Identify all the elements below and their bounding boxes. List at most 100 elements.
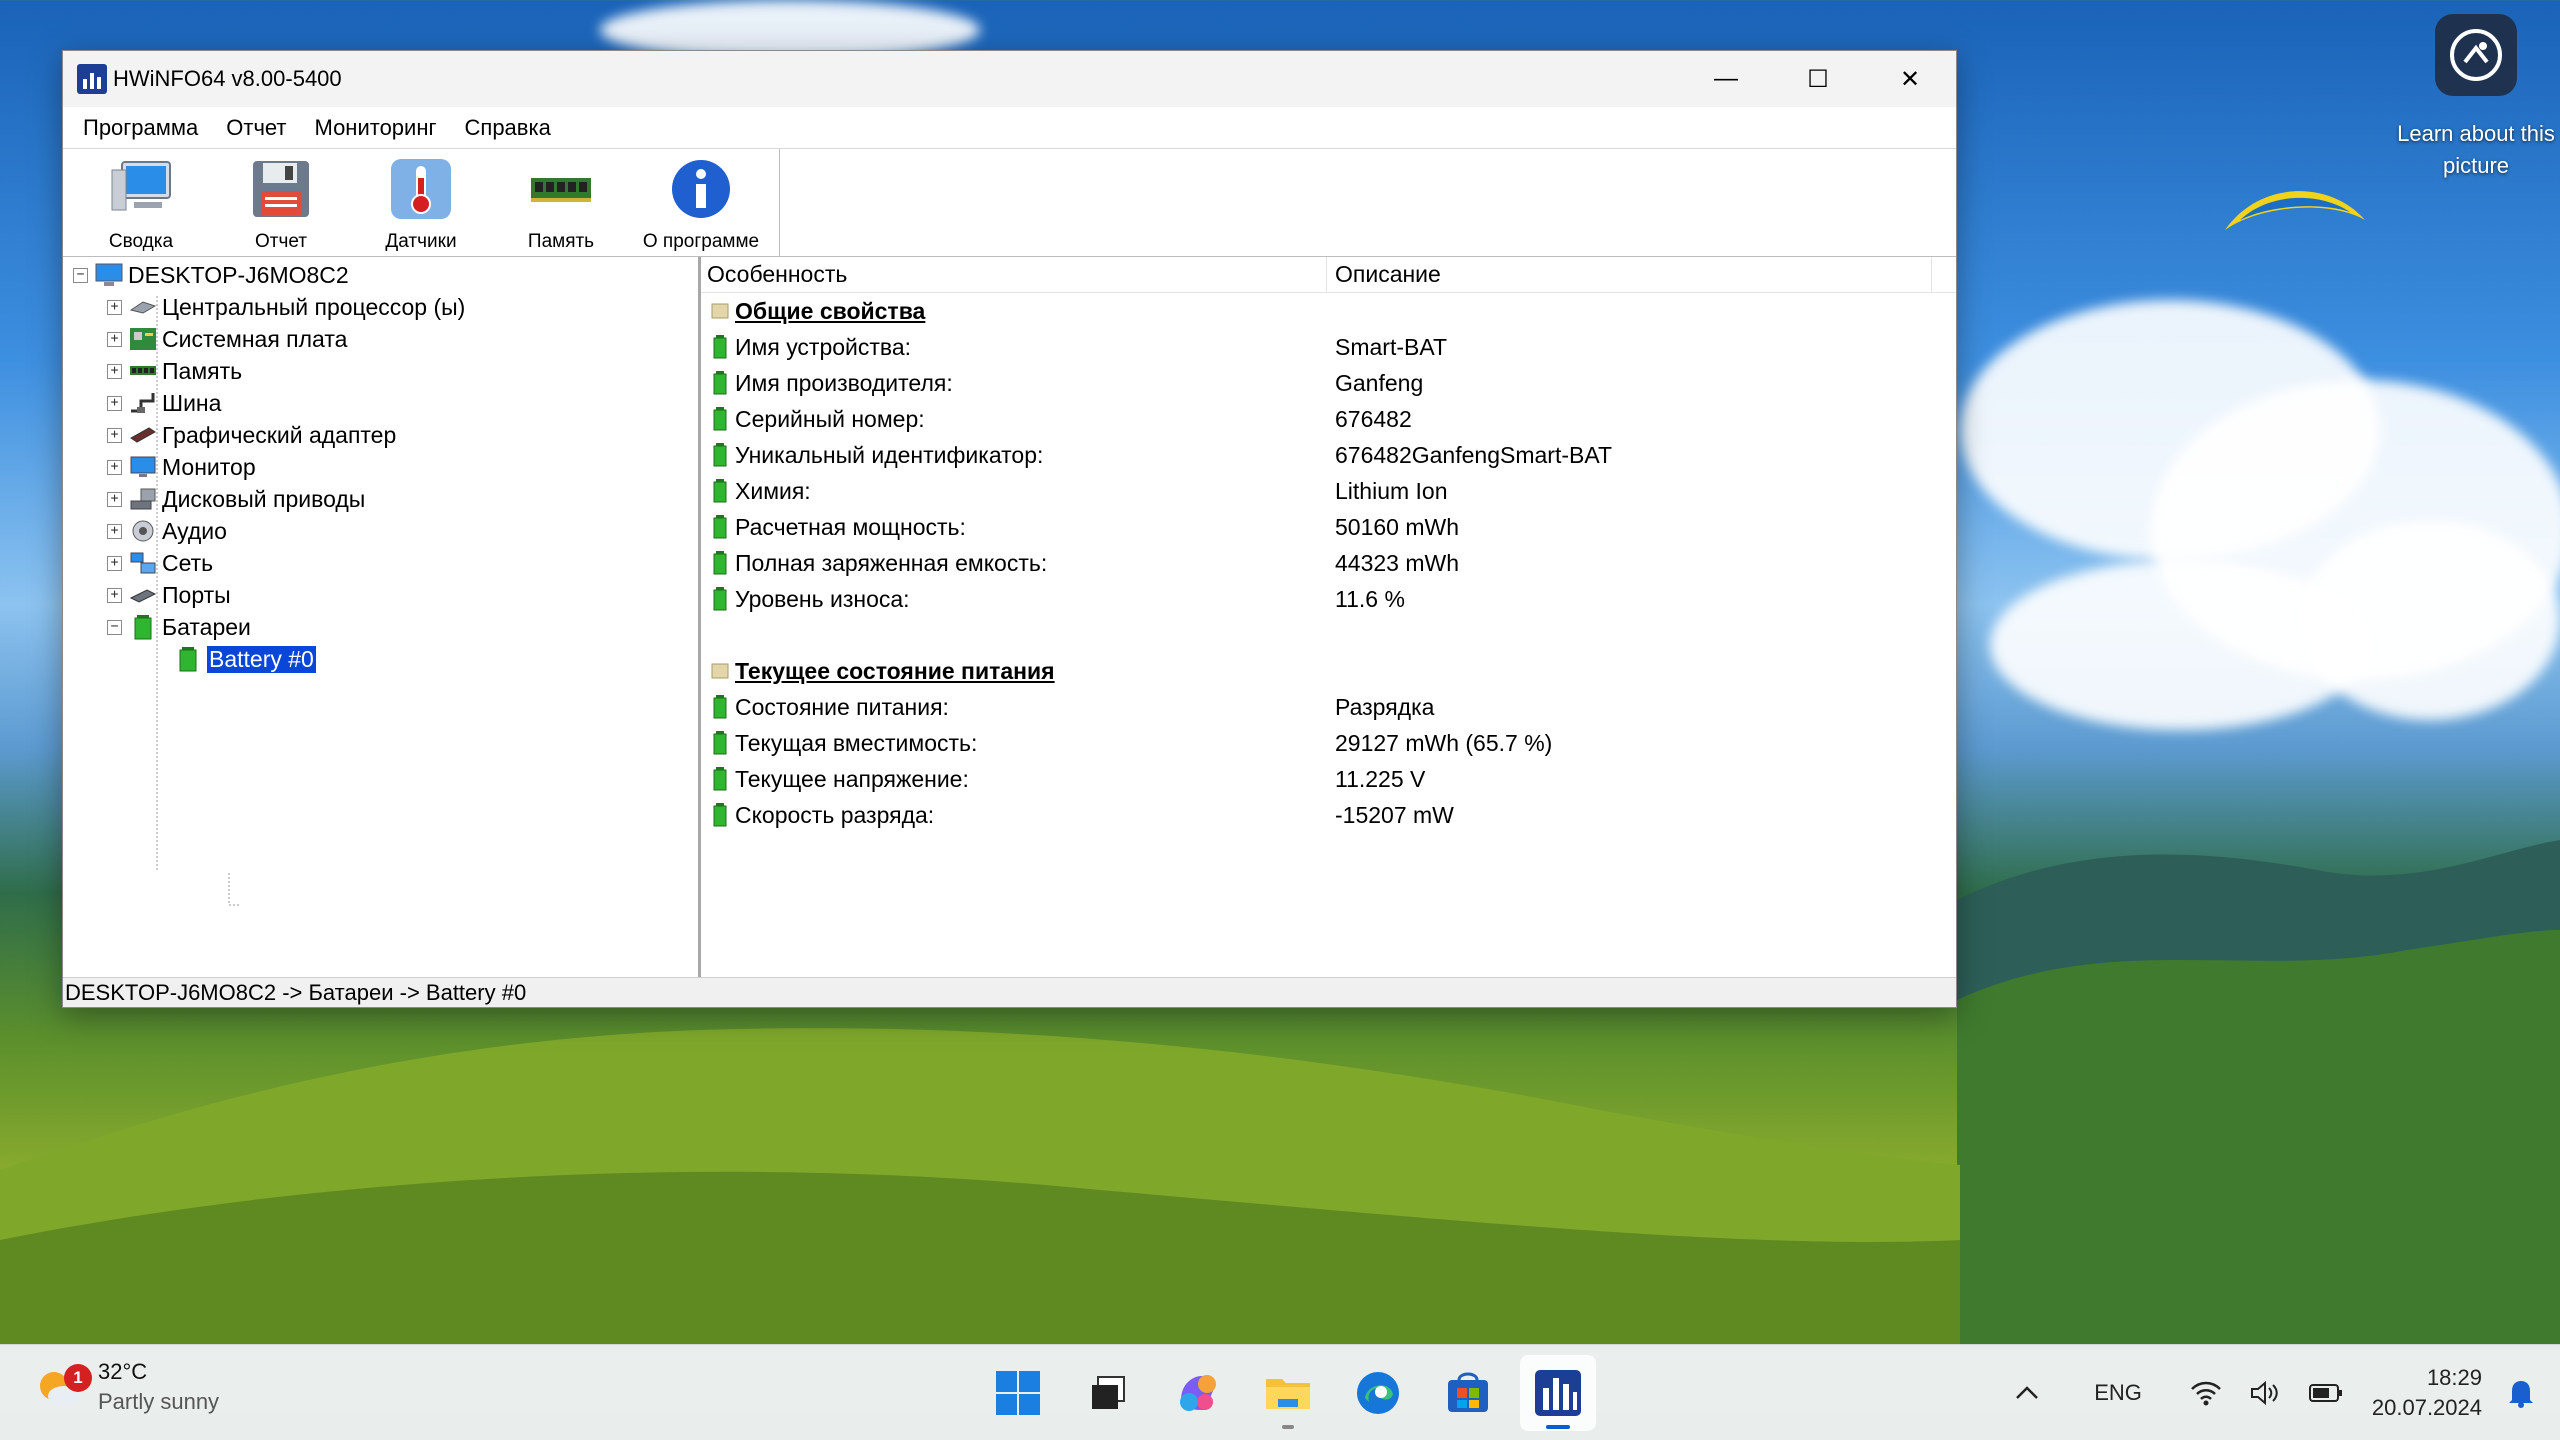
detail-row[interactable]: Химия: Lithium Ion	[701, 473, 1956, 509]
edge-icon	[1357, 1372, 1399, 1414]
section-row[interactable]: Текущее состояние питания	[701, 653, 1956, 689]
copilot-icon	[1180, 1375, 1216, 1411]
task-view-button[interactable]	[1070, 1355, 1146, 1431]
clock[interactable]: 18:29 20.07.2024	[2372, 1363, 2482, 1423]
maximize-button[interactable]: ☐	[1772, 51, 1864, 107]
title-bar[interactable]: HWiNFO64 v8.00-5400 — ☐ ✕	[63, 51, 1956, 107]
wifi-icon	[2191, 1381, 2221, 1406]
clock-date: 20.07.2024	[2371, 1395, 2482, 1420]
battery-icon	[2308, 1384, 2342, 1402]
battery-icon	[709, 586, 731, 612]
taskbar: 1 32°C Partly sunny ENG 18:29 20.07.2024	[0, 1344, 2560, 1440]
show-hidden-icons-button[interactable]	[2014, 1383, 2040, 1403]
detail-row[interactable]: Серийный номер: 676482	[701, 401, 1956, 437]
battery-icon	[709, 766, 731, 792]
folder-icon	[1266, 1379, 1310, 1409]
hwinfo-window: HWiNFO64 v8.00-5400 — ☐ ✕ Программа Отче…	[62, 50, 1957, 1008]
battery-icon	[709, 730, 731, 756]
detail-row[interactable]: Имя производителя: Ganfeng	[701, 365, 1956, 401]
details-header: Особенность Описание	[701, 257, 1956, 293]
battery-icon	[709, 334, 731, 360]
menu-report[interactable]: Отчет	[212, 115, 300, 141]
sensors-button[interactable]: Датчики	[351, 157, 491, 256]
camera-locate-icon	[2435, 14, 2517, 96]
weather-sun-icon: 1	[34, 1362, 92, 1412]
toolbar: Сводка Отчет Датчики Память О программе	[63, 149, 1956, 257]
info-icon	[669, 157, 733, 221]
detail-row[interactable]: Текущее напряжение: 11.225 V	[701, 761, 1956, 797]
language-indicator[interactable]: ENG	[2094, 1380, 2142, 1406]
section-icon	[709, 658, 731, 684]
battery-icon	[709, 442, 731, 468]
volume-button[interactable]	[2250, 1379, 2280, 1407]
battery-icon	[709, 514, 731, 540]
detail-row[interactable]: Текущая вместимость: 29127 mWh (65.7 %)	[701, 725, 1956, 761]
report-button[interactable]: Отчет	[211, 157, 351, 256]
detail-row[interactable]: Полная заряженная емкость: 44323 mWh	[701, 545, 1956, 581]
bell-icon	[2509, 1381, 2533, 1408]
close-button[interactable]: ✕	[1864, 51, 1956, 107]
learn-about-picture[interactable]: Learn about this picture	[2396, 14, 2556, 182]
windows-logo-icon	[996, 1371, 1040, 1415]
system-tray: ENG 18:29 20.07.2024	[2000, 1345, 2540, 1440]
detail-row[interactable]: Уровень износа: 11.6 %	[701, 581, 1956, 617]
menu-help[interactable]: Справка	[451, 115, 565, 141]
weather-temp: 32°C	[98, 1359, 148, 1384]
battery-icon	[709, 478, 731, 504]
notification-badge: 1	[64, 1364, 92, 1392]
detail-row[interactable]: Скорость разряда: -15207 mW	[701, 797, 1956, 833]
monitor-icon	[109, 157, 173, 221]
hwinfo-taskbar-button[interactable]	[1520, 1355, 1596, 1431]
detail-row[interactable]: Расчетная мощность: 50160 mWh	[701, 509, 1956, 545]
battery-icon	[709, 370, 731, 396]
details-pane[interactable]: Особенность Описание Общие свойства Имя …	[701, 257, 1956, 977]
summary-button[interactable]: Сводка	[71, 157, 211, 256]
device-tree[interactable]: − DESKTOP-J6MO8C2 + Центральный процессо…	[63, 257, 701, 977]
notifications-button[interactable]	[2508, 1378, 2534, 1408]
battery-icon	[709, 550, 731, 576]
network-status-button[interactable]	[2190, 1379, 2222, 1407]
section-title: Общие свойства	[735, 297, 926, 324]
section-icon	[709, 298, 731, 324]
copilot-button[interactable]	[1160, 1355, 1236, 1431]
speaker-icon	[2250, 1380, 2278, 1406]
detail-row[interactable]: Уникальный идентификатор: 676482GanfengSm…	[701, 437, 1956, 473]
memory-button[interactable]: Память	[491, 157, 631, 256]
battery-icon	[709, 406, 731, 432]
floppy-disk-icon	[249, 157, 313, 221]
column-description-header[interactable]: Описание	[1327, 257, 1932, 292]
hwinfo-app-icon	[77, 64, 107, 94]
menu-monitoring[interactable]: Мониторинг	[301, 115, 451, 141]
thermometer-icon	[389, 157, 453, 221]
learn-about-label: Learn about this picture	[2397, 121, 2555, 178]
about-button[interactable]: О программе	[631, 157, 771, 256]
weather-condition: Partly sunny	[98, 1389, 220, 1414]
detail-row[interactable]: Имя устройства: Smart-BAT	[701, 329, 1956, 365]
battery-icon	[709, 802, 731, 828]
clock-time: 18:29	[2426, 1365, 2482, 1390]
tree-lines	[156, 296, 239, 906]
file-explorer-button[interactable]	[1250, 1355, 1326, 1431]
chevron-up-icon	[2016, 1386, 2039, 1399]
window-title: HWiNFO64 v8.00-5400	[113, 66, 342, 91]
column-feature-header[interactable]: Особенность	[701, 257, 1327, 292]
section-title: Текущее состояние питания	[735, 657, 1055, 684]
hwinfo-icon	[1535, 1370, 1581, 1416]
minimize-button[interactable]: —	[1680, 51, 1772, 107]
paraglider-image	[2225, 191, 2365, 230]
detail-row[interactable]: Состояние питания: Разрядка	[701, 689, 1956, 725]
weather-widget[interactable]: 1 32°C Partly sunny	[34, 1359, 219, 1415]
task-view-icon	[1092, 1376, 1125, 1409]
start-button[interactable]	[980, 1355, 1056, 1431]
status-bar: DESKTOP-J6MO8C2 -> Батареи -> Battery #0	[63, 977, 1956, 1007]
active-indicator	[1546, 1425, 1570, 1429]
running-indicator	[1282, 1425, 1294, 1429]
edge-button[interactable]	[1340, 1355, 1416, 1431]
battery-status-button[interactable]	[2308, 1382, 2344, 1404]
section-row[interactable]: Общие свойства	[701, 293, 1956, 329]
store-button[interactable]	[1430, 1355, 1506, 1431]
memory-module-icon	[529, 157, 593, 221]
menu-bar: Программа Отчет Мониторинг Справка	[63, 107, 1956, 149]
menu-program[interactable]: Программа	[69, 115, 212, 141]
battery-icon	[709, 694, 731, 720]
